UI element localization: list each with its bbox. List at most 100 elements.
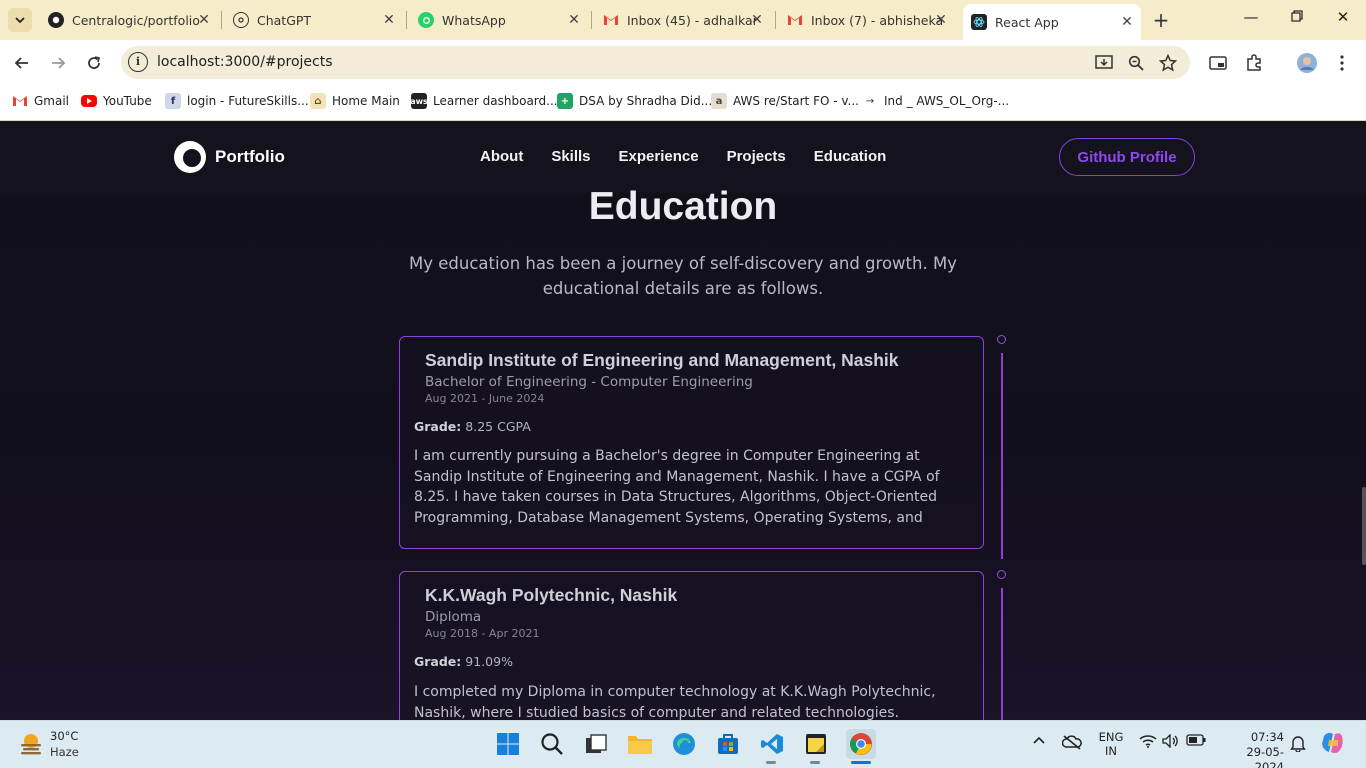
store-icon (718, 734, 738, 754)
vscode-button[interactable] (758, 730, 786, 758)
tab-chatgpt[interactable]: ChatGPT ✕ (225, 6, 403, 34)
profile-avatar[interactable] (1296, 52, 1318, 74)
tab-search-button[interactable] (8, 8, 32, 32)
volume-icon[interactable] (1162, 733, 1180, 752)
site-info-icon[interactable]: i (128, 52, 148, 72)
tray-overflow-icon[interactable] (1032, 734, 1046, 749)
url-text[interactable]: localhost:3000/#projects (157, 54, 333, 70)
back-button[interactable] (10, 51, 34, 75)
grade-value: 8.25 CGPA (465, 419, 531, 434)
gmail-icon (12, 93, 28, 109)
tab-gmail-2[interactable]: Inbox (7) - abhisheka ✕ (779, 6, 955, 34)
weather-condition[interactable]: Haze (50, 745, 79, 759)
wifi-icon[interactable] (1139, 734, 1157, 752)
close-icon[interactable]: ✕ (566, 12, 582, 28)
bookmark-futureskills[interactable]: f login - FutureSkills... (165, 92, 309, 110)
site-logo[interactable]: Portfolio (174, 141, 285, 173)
bookmark-home-main[interactable]: ⌂ Home Main (310, 92, 400, 110)
grade-value: 91.09% (465, 654, 513, 669)
bookmark-aws-restart[interactable]: a AWS re/Start FO - v... (711, 92, 859, 110)
logo-icon (174, 141, 206, 173)
bookmark-gmail[interactable]: Gmail (12, 92, 69, 110)
close-icon[interactable]: ✕ (381, 12, 397, 28)
tab-whatsapp[interactable]: WhatsApp ✕ (410, 6, 588, 34)
grade-label: Grade: (414, 654, 462, 669)
start-button[interactable] (494, 730, 522, 758)
clock[interactable]: 07:34 29-05-2024 (1218, 730, 1284, 768)
minimize-button[interactable]: — (1236, 8, 1266, 26)
install-app-icon[interactable] (1093, 52, 1115, 74)
nav-about[interactable]: About (480, 148, 523, 165)
close-icon[interactable]: ✕ (196, 12, 212, 28)
education-card: K.K.Wagh Polytechnic, Nashik Diploma Aug… (399, 571, 984, 720)
tab-react-app[interactable]: React App ✕ (963, 4, 1141, 40)
clock-date: 29-05-2024 (1246, 745, 1284, 768)
reload-button[interactable] (82, 51, 106, 75)
extensions-icon[interactable] (1243, 52, 1265, 74)
forward-button[interactable] (46, 51, 70, 75)
nav-skills[interactable]: Skills (551, 148, 590, 165)
weather-temperature[interactable]: 30°C (50, 729, 78, 743)
bookmark-youtube[interactable]: YouTube (81, 92, 152, 110)
search-button[interactable] (538, 730, 566, 758)
zoom-icon[interactable] (1125, 52, 1147, 74)
github-profile-button[interactable]: Github Profile (1059, 138, 1195, 176)
clock-time: 07:34 (1250, 730, 1284, 744)
bookmark-learner-dashboard[interactable]: aws Learner dashboard... (410, 92, 558, 110)
onedrive-offline-icon[interactable] (1061, 734, 1082, 754)
picture-in-picture-icon[interactable] (1207, 52, 1229, 74)
battery-icon[interactable] (1186, 734, 1206, 750)
menu-icon[interactable] (1331, 52, 1353, 74)
restore-button[interactable] (1282, 8, 1312, 26)
tab-title: Centralogic/portfolio (72, 12, 200, 28)
arrow-icon: → (865, 95, 875, 107)
bookmark-dsa[interactable]: + DSA by Shradha Did... (557, 92, 712, 110)
active-indicator (851, 761, 871, 764)
aws-icon: a (711, 93, 727, 109)
tab-separator (591, 11, 592, 29)
store-button[interactable] (714, 730, 742, 758)
grade: Grade: 91.09% (414, 654, 513, 669)
tab-github[interactable]: Centralogic/portfolio ✕ (40, 6, 218, 34)
section-description: My education has been a journey of self-… (409, 254, 957, 298)
edge-icon (673, 733, 695, 755)
logo-text: Portfolio (215, 147, 285, 166)
edge-button[interactable] (670, 730, 698, 758)
timeline-connector (1001, 588, 1003, 720)
grade-label: Grade: (414, 419, 462, 434)
tab-title: Inbox (45) - adhalkar (627, 12, 758, 28)
tab-title: WhatsApp (442, 12, 506, 28)
bookmark-label: DSA by Shradha Did... (579, 94, 713, 108)
file-explorer-button[interactable] (626, 730, 654, 758)
bookmark-label: Home Main (332, 94, 400, 108)
new-tab-button[interactable]: + (1150, 9, 1172, 31)
nav-projects[interactable]: Projects (727, 148, 786, 165)
chrome-button[interactable] (846, 729, 876, 759)
close-icon[interactable]: ✕ (933, 12, 949, 28)
sticky-notes-button[interactable] (802, 730, 830, 758)
chatgpt-icon (233, 12, 249, 28)
tab-gmail-1[interactable]: Inbox (45) - adhalkar ✕ (595, 6, 771, 34)
edx-icon: aws (410, 93, 428, 109)
bookmark-ind-aws[interactable]: → Ind _ AWS_OL_Org-... (862, 92, 1009, 110)
weather-haze-icon[interactable] (18, 731, 44, 757)
tab-title: ChatGPT (257, 12, 312, 28)
close-icon[interactable]: ✕ (1119, 14, 1135, 30)
task-view-button[interactable] (582, 730, 610, 758)
scrollbar[interactable] (1362, 487, 1366, 565)
nav-experience[interactable]: Experience (619, 148, 699, 165)
timeline-dot (997, 570, 1006, 579)
copilot-icon[interactable] (1320, 730, 1346, 760)
language-code: ENG (1098, 730, 1124, 744)
nav-education[interactable]: Education (814, 148, 887, 165)
language-indicator[interactable]: ENG IN (1097, 730, 1125, 758)
close-icon[interactable]: ✕ (749, 12, 765, 28)
education-description: I am currently pursuing a Bachelor's deg… (414, 448, 940, 526)
tab-separator (775, 11, 776, 29)
notifications-icon[interactable] (1290, 734, 1306, 756)
close-window-button[interactable]: ✕ (1328, 8, 1358, 26)
bookmark-star-icon[interactable] (1157, 52, 1179, 74)
sheets-icon: + (557, 93, 573, 109)
degree: Bachelor of Engineering - Computer Engin… (425, 374, 753, 390)
timeline-connector (1001, 353, 1003, 559)
